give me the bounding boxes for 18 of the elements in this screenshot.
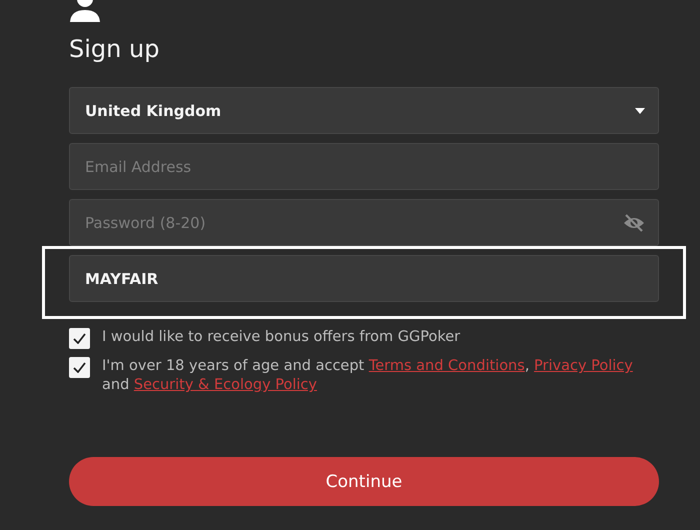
checkbox[interactable] xyxy=(69,328,90,349)
check-icon xyxy=(73,333,86,344)
country-select[interactable]: United Kingdom xyxy=(69,87,659,134)
continue-button[interactable]: Continue xyxy=(69,457,659,506)
policy-link[interactable]: Privacy Policy xyxy=(534,358,633,374)
eye-slash-icon[interactable] xyxy=(623,214,645,232)
page-title: Sign up xyxy=(69,34,160,64)
input-field[interactable]: Email Address xyxy=(69,143,659,190)
checkbox[interactable] xyxy=(69,357,90,378)
password-field[interactable]: Password (8-20) xyxy=(69,199,659,246)
input-field[interactable]: MAYFAIR xyxy=(69,255,659,302)
policy-link[interactable]: Security & Ecology Policy xyxy=(134,377,317,393)
policy-link[interactable]: Terms and Conditions xyxy=(368,358,525,374)
check-icon xyxy=(73,362,86,373)
consent-text: I would like to receive bonus offers from GGPoker xyxy=(102,328,460,347)
consent-text: I'm over 18 years of age and accept Terms and Conditions, Privacy Policy and Security & Ecology Policy xyxy=(102,357,634,395)
user-icon xyxy=(68,0,102,22)
caret-icon xyxy=(635,108,645,114)
